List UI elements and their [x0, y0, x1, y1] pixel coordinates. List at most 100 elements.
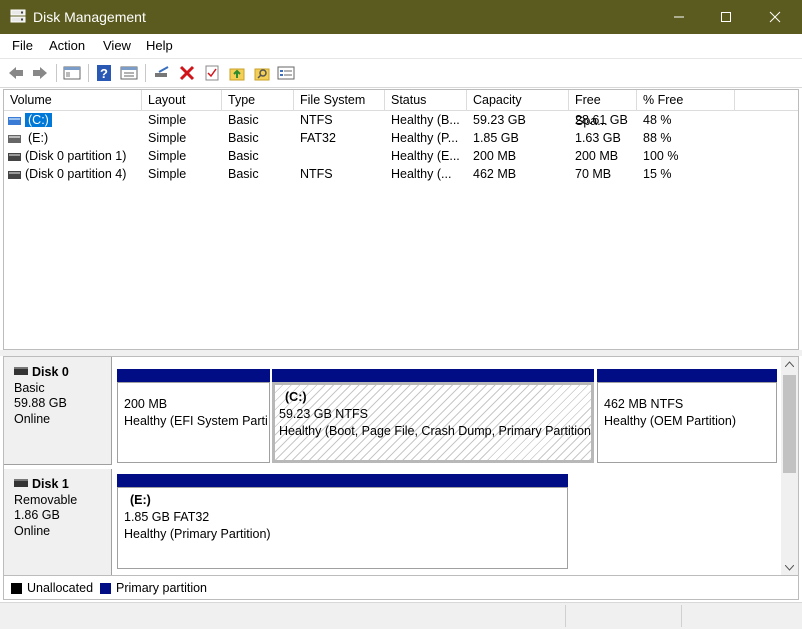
checklist-button[interactable]: [202, 63, 222, 83]
menu-action[interactable]: Action: [49, 38, 85, 53]
folder-up-icon: [229, 68, 245, 81]
close-button[interactable]: [752, 0, 798, 34]
window-title: Disk Management: [33, 9, 146, 25]
checklist-icon: [205, 65, 219, 81]
volume-file-system: NTFS: [300, 113, 333, 127]
volume-percent-free: 88 %: [643, 131, 672, 145]
console-tree-icon: [63, 66, 81, 80]
vertical-scrollbar[interactable]: [781, 357, 798, 575]
volume-layout: Simple: [148, 131, 187, 145]
disk-type: Basic: [14, 380, 45, 395]
column-header-layout[interactable]: Layout: [142, 90, 222, 111]
volume-capacity: 200 MB: [473, 149, 517, 163]
disk-name: Disk 1: [32, 477, 69, 491]
partition-bar: [597, 369, 777, 382]
folder-search-button[interactable]: [252, 63, 272, 83]
partition-size: 200 MB: [124, 397, 168, 411]
partition-label: (E:): [130, 493, 151, 507]
partition-status: Healthy (Boot, Page File, Crash Dump, Pr…: [279, 424, 591, 438]
disk-0-info[interactable]: Disk 0 Basic 59.88 GB Online: [4, 357, 112, 465]
folder-search-icon: [254, 68, 270, 81]
help-button[interactable]: ?: [94, 63, 114, 83]
disk-state: Online: [14, 523, 51, 538]
volume-status: Healthy (B...: [391, 113, 460, 127]
column-header-file-system[interactable]: File System: [294, 90, 385, 111]
status-segment: [681, 605, 682, 627]
help-icon: ?: [97, 65, 111, 81]
partition-oem[interactable]: 462 MB NTFS Healthy (OEM Partition): [597, 369, 777, 463]
volume-type: Basic: [228, 113, 259, 127]
maximize-button[interactable]: [703, 0, 749, 34]
column-header-capacity[interactable]: Capacity: [467, 90, 569, 111]
back-icon: [9, 67, 23, 79]
partition-efi[interactable]: 200 MB Healthy (EFI System Parti: [117, 369, 270, 463]
column-header-percent-free[interactable]: % Free: [637, 90, 735, 111]
folder-up-button[interactable]: [227, 63, 247, 83]
volume-layout: Simple: [148, 113, 187, 127]
menu-view[interactable]: View: [103, 38, 131, 53]
properties-button[interactable]: [119, 63, 139, 83]
list-view-button[interactable]: [276, 63, 296, 83]
menu-help[interactable]: Help: [146, 38, 173, 53]
maximize-icon: [721, 12, 731, 22]
table-row[interactable]: (C:) Simple Basic NTFS Healthy (B... 59.…: [4, 112, 798, 130]
volume-percent-free: 48 %: [643, 113, 672, 127]
volume-status: Healthy (...: [391, 167, 452, 181]
toolbar: ?: [0, 58, 802, 88]
status-segment: [565, 605, 566, 627]
close-icon: [769, 11, 781, 23]
column-header-free-space[interactable]: Free Spa...: [569, 90, 637, 128]
disk-management-icon: [10, 9, 26, 23]
partition-body: 200 MB Healthy (EFI System Parti: [117, 382, 270, 463]
partition-status: Healthy (EFI System Parti: [124, 414, 268, 428]
table-row[interactable]: (E:) Simple Basic FAT32 Healthy (P... 1.…: [4, 130, 798, 148]
forward-button[interactable]: [30, 63, 50, 83]
connect-icon: [155, 66, 169, 77]
column-header-volume[interactable]: Volume: [4, 90, 142, 111]
console-tree-button[interactable]: [62, 63, 82, 83]
status-bar: [0, 602, 802, 629]
volume-name: (Disk 0 partition 4): [25, 167, 127, 181]
table-row[interactable]: (Disk 0 partition 1) Simple Basic Health…: [4, 148, 798, 166]
volume-free-space: 28.61 GB: [575, 113, 628, 127]
delete-button[interactable]: [177, 63, 197, 83]
column-header-type[interactable]: Type: [222, 90, 294, 111]
volume-free-space: 70 MB: [575, 167, 612, 181]
partition-e[interactable]: (E:) 1.85 GB FAT32 Healthy (Primary Part…: [117, 474, 568, 569]
back-button[interactable]: [6, 63, 26, 83]
partition-body: (E:) 1.85 GB FAT32 Healthy (Primary Part…: [117, 487, 568, 569]
disk-1-info[interactable]: Disk 1 Removable 1.86 GB Online: [4, 469, 112, 575]
table-row[interactable]: (Disk 0 partition 4) Simple Basic NTFS H…: [4, 166, 798, 184]
partition-bar: [117, 474, 568, 487]
scroll-up-icon[interactable]: [785, 361, 794, 367]
volume-icon: [8, 171, 21, 179]
partition-c[interactable]: (C:) 59.23 GB NTFS Healthy (Boot, Page F…: [272, 369, 594, 463]
volume-name: (E:): [28, 131, 49, 145]
volume-file-system: FAT32: [300, 131, 336, 145]
disk-drive-icon: [14, 367, 28, 375]
menu-file[interactable]: File: [12, 38, 33, 53]
volume-type: Basic: [228, 131, 259, 145]
volume-name: (C:): [25, 113, 52, 127]
scroll-down-icon[interactable]: [785, 565, 794, 571]
partition-label: (C:): [285, 390, 307, 404]
minimize-button[interactable]: [656, 0, 702, 34]
partition-size: 59.23 GB NTFS: [279, 407, 368, 421]
disk-size: 1.86 GB: [14, 508, 60, 522]
disk-drive-icon: [14, 479, 28, 487]
legend-primary-partition: Primary partition: [116, 581, 207, 595]
column-header-status[interactable]: Status: [385, 90, 467, 111]
primary-partition-swatch: [100, 583, 111, 594]
disk-type: Removable: [14, 492, 78, 507]
volume-free-space: 200 MB: [575, 149, 619, 163]
menu-bar: File Action View Help: [0, 34, 802, 58]
volume-icon: [8, 153, 21, 161]
partition-size: 1.85 GB FAT32: [124, 510, 210, 524]
volume-status: Healthy (E...: [391, 149, 460, 163]
connect-button[interactable]: [152, 63, 172, 83]
disk-size: 59.88 GB: [14, 396, 67, 410]
title-bar: Disk Management: [0, 0, 802, 34]
disk-name: Disk 0: [32, 365, 69, 379]
properties-icon: [120, 66, 138, 80]
scrollbar-thumb[interactable]: [783, 375, 796, 473]
